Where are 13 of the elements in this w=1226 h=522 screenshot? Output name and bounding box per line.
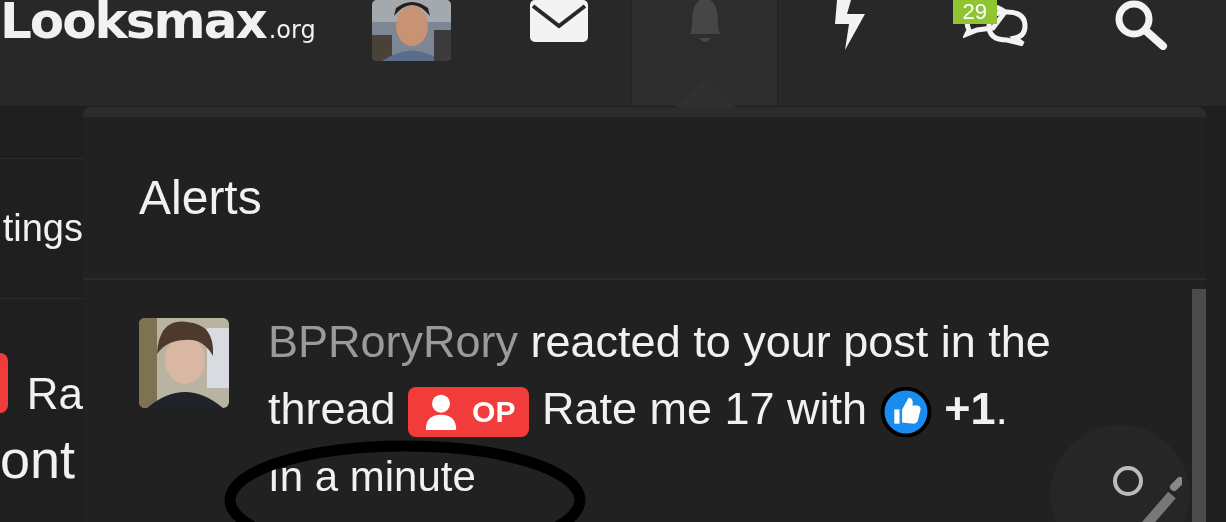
person-icon [424,394,459,431]
settings-tab-text: tings [2,207,83,250]
menu-title: Alerts [139,170,262,225]
unread-count-badge: 29 [952,0,997,24]
site-logo[interactable]: Looksmax.org [0,0,340,55]
pencil-icon [1112,465,1182,522]
thread-title-text: Ra [26,369,83,419]
prefix-badge [0,353,8,413]
page-text: ont [0,428,76,490]
thumbs-up-icon [879,386,932,439]
alert-text: BPRoryRory reacted to your post in the thread OP Rate me 17 with +1. [268,308,1118,442]
op-prefix-badge: OP [408,387,530,438]
username-link[interactable]: BPRoryRory [268,316,519,367]
